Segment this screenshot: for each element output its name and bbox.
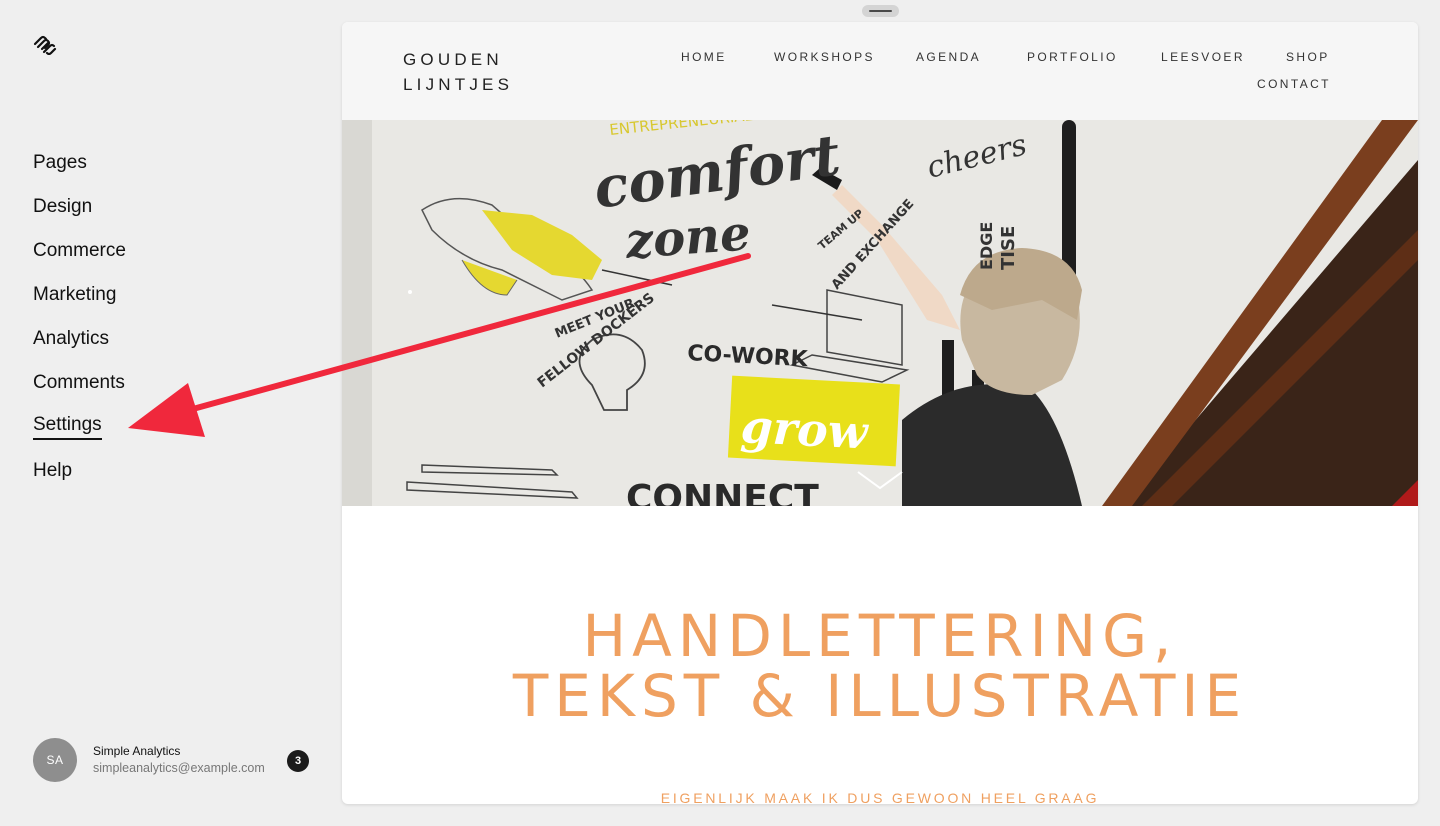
wall-text-grow: grow [739, 399, 870, 460]
site-header: GOUDEN LIJNTJES HOME WORKSHOPS AGENDA PO… [342, 22, 1418, 120]
sidebar-item-analytics[interactable]: Analytics [33, 324, 109, 354]
account-email: simpleanalytics@example.com [93, 761, 265, 775]
squarespace-logo-icon[interactable] [33, 35, 57, 56]
sidebar-item-design[interactable]: Design [33, 192, 92, 222]
site-logo[interactable]: GOUDEN LIJNTJES [403, 47, 513, 97]
preview-drag-handle[interactable] [862, 5, 899, 17]
site-nav-shop[interactable]: SHOP [1286, 50, 1330, 64]
sidebar-nav: Pages Design Commerce Marketing Analytic… [33, 148, 126, 500]
intro-subline: EIGENLIJK MAAK IK DUS GEWOON HEEL GRAAG [660, 790, 1100, 804]
sidebar-item-commerce[interactable]: Commerce [33, 236, 126, 266]
sidebar-item-settings[interactable]: Settings [33, 412, 102, 440]
account-menu[interactable]: SA Simple Analytics simpleanalytics@exam… [33, 738, 313, 784]
chevron-down-icon[interactable] [856, 468, 904, 492]
site-nav-workshops[interactable]: WORKSHOPS [774, 50, 875, 64]
site-nav-agenda[interactable]: AGENDA [916, 50, 981, 64]
sidebar-item-help[interactable]: Help [33, 456, 72, 486]
avatar[interactable]: SA [33, 738, 77, 782]
wall-text-tise: TISE [998, 226, 1019, 270]
wall-text-zone: zone [623, 205, 752, 270]
hero-banner: ENTREPRENEURIAL comfort zone TEAM UP AND… [342, 120, 1418, 506]
page-headline: HANDLETTERING, TEKST & ILLUSTRATIE [342, 606, 1418, 726]
sidebar-item-pages[interactable]: Pages [33, 148, 87, 178]
site-logo-line2: LIJNTJES [403, 75, 514, 94]
sidebar-item-marketing[interactable]: Marketing [33, 280, 116, 310]
site-nav-home[interactable]: HOME [681, 50, 727, 64]
app: Pages Design Commerce Marketing Analytic… [0, 0, 1440, 826]
headline-line1: HANDLETTERING, [582, 602, 1178, 670]
site-preview: GOUDEN LIJNTJES HOME WORKSHOPS AGENDA PO… [342, 22, 1418, 804]
site-nav-contact[interactable]: CONTACT [1257, 77, 1331, 91]
headline-line2: TEKST & ILLUSTRATIE [512, 662, 1248, 730]
notification-badge[interactable]: 3 [287, 750, 309, 772]
hero-photo: ENTREPRENEURIAL comfort zone TEAM UP AND… [342, 120, 1418, 506]
site-logo-line1: GOUDEN [403, 50, 503, 69]
account-name: Simple Analytics [93, 744, 181, 758]
sidebar-item-comments[interactable]: Comments [33, 368, 125, 398]
wall-text-connect: CONNECT [626, 478, 819, 506]
site-nav-leesvoer[interactable]: LEESVOER [1161, 50, 1245, 64]
site-nav-portfolio[interactable]: PORTFOLIO [1027, 50, 1118, 64]
wall-text-edge: EDGE [977, 222, 996, 270]
editor-sidebar: Pages Design Commerce Marketing Analytic… [0, 0, 320, 826]
